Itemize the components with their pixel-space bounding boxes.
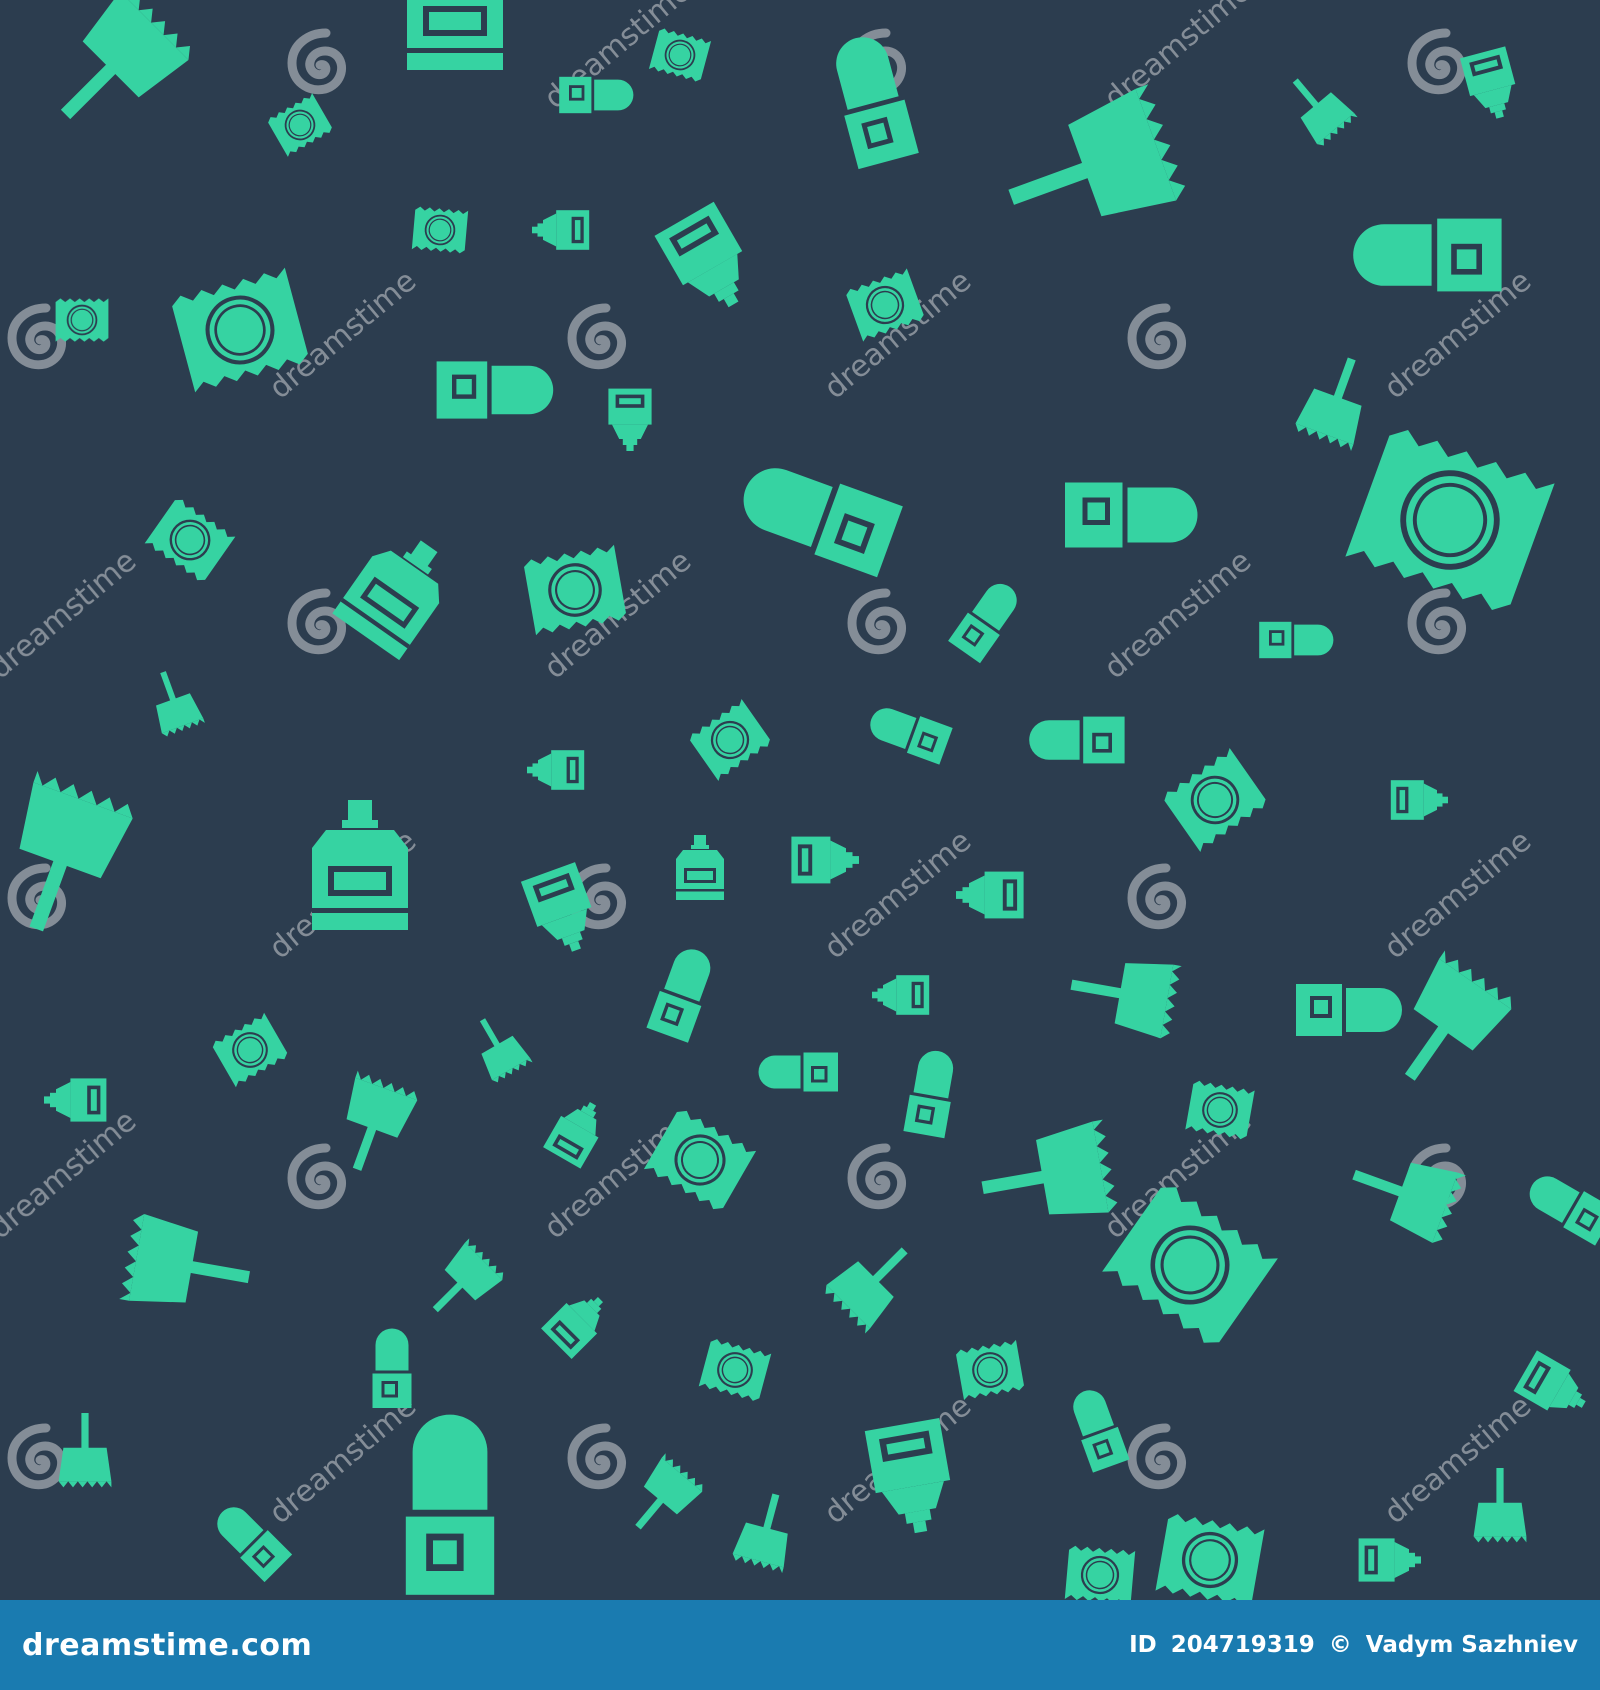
hair-dye-brush-icon xyxy=(1293,348,1381,452)
ointment-tube-icon xyxy=(543,1093,612,1169)
hair-dye-brush-icon xyxy=(463,1008,533,1085)
ointment-tube-icon xyxy=(1390,780,1448,820)
condom-packet-icon xyxy=(209,1011,291,1089)
watermark-spiral-logo xyxy=(1132,308,1182,365)
stock-site-brand[interactable]: dreamstime.com xyxy=(22,1628,312,1663)
ointment-tube-icon xyxy=(44,1078,107,1122)
mouthwash-bottle-icon xyxy=(332,522,463,661)
roll-on-deodorant-icon xyxy=(903,1047,960,1139)
roll-on-deodorant-icon xyxy=(758,1052,838,1092)
condom-packet-icon xyxy=(1345,425,1554,616)
condom-packet-icon xyxy=(265,92,335,158)
stock-image: dreamstime dreamstime dreamstime dreamst… xyxy=(0,0,1600,1690)
ointment-tube-icon xyxy=(791,836,859,884)
roll-on-deodorant-icon xyxy=(732,453,903,578)
roll-on-deodorant-icon xyxy=(436,361,554,419)
roll-on-deodorant-icon xyxy=(372,1328,412,1408)
roll-on-deodorant-icon xyxy=(559,76,634,114)
ointment-tube-icon xyxy=(532,210,590,250)
roll-on-deodorant-icon xyxy=(646,942,719,1043)
ointment-tube-icon xyxy=(872,975,930,1015)
ointment-tube-icon xyxy=(608,388,652,451)
watermark-spiral-logo xyxy=(572,308,622,365)
image-credit: ID 204719319 © Vadym Sazhniev xyxy=(1123,1632,1578,1658)
mouthwash-bottle-icon xyxy=(407,0,503,70)
hair-dye-brush-icon xyxy=(416,1238,507,1329)
ointment-tube-icon xyxy=(541,1284,616,1359)
roll-on-deodorant-icon xyxy=(825,30,919,170)
roll-on-deodorant-icon xyxy=(948,575,1026,664)
mouthwash-bottle-icon xyxy=(312,800,408,930)
watermark-text: dreamstime xyxy=(263,1388,424,1531)
roll-on-deodorant-icon xyxy=(1065,1384,1130,1473)
condom-packet-icon xyxy=(1153,1510,1267,1600)
watermark-text: dreamstime xyxy=(818,823,979,966)
hair-dye-brush-icon xyxy=(326,1070,420,1181)
hair-dye-brush-icon xyxy=(1064,947,1182,1040)
hair-dye-brush-icon xyxy=(1341,1139,1466,1246)
condom-packet-icon xyxy=(648,26,712,84)
watermark-spiral-logo xyxy=(12,1428,62,1485)
stock-footer-bar: dreamstime.com ID 204719319 © Vadym Sazh… xyxy=(0,1600,1600,1690)
hair-dye-brush-icon xyxy=(142,664,205,738)
condom-packet-icon xyxy=(143,495,237,585)
roll-on-deodorant-icon xyxy=(1259,621,1334,659)
seamless-pattern: dreamstime dreamstime dreamstime dreamst… xyxy=(0,0,1600,1600)
watermark-text: dreamstime xyxy=(1098,543,1259,686)
hair-dye-brush-icon xyxy=(617,1453,707,1545)
ointment-tube-icon xyxy=(1358,1538,1421,1582)
roll-on-deodorant-icon xyxy=(864,700,953,765)
condom-packet-icon xyxy=(697,1336,773,1404)
watermark-spiral-logo xyxy=(1412,33,1462,90)
condom-packet-icon xyxy=(54,297,110,343)
watermark-spiral-logo xyxy=(852,593,902,650)
hair-dye-brush-icon xyxy=(119,1212,257,1321)
watermark-spiral-logo xyxy=(292,1148,342,1205)
ointment-tube-icon xyxy=(1459,46,1523,124)
mouthwash-bottle-icon xyxy=(676,835,724,900)
image-id-label: ID xyxy=(1129,1632,1157,1658)
roll-on-deodorant-icon xyxy=(1065,482,1198,548)
ointment-tube-icon xyxy=(527,750,585,790)
watermark-spiral-logo xyxy=(1132,1428,1182,1485)
hair-dye-brush-icon xyxy=(1473,1468,1527,1543)
roll-on-deodorant-icon xyxy=(405,1414,495,1595)
watermark-spiral-logo xyxy=(12,308,62,365)
watermark-layer: dreamstime dreamstime dreamstime dreamst… xyxy=(0,0,1538,1531)
ointment-tube-icon xyxy=(654,201,764,322)
watermark-spiral-logo xyxy=(852,1148,902,1205)
roll-on-deodorant-icon xyxy=(1296,984,1402,1036)
watermark-text: dreamstime xyxy=(0,543,143,686)
condom-packet-icon xyxy=(1184,1078,1256,1142)
condom-packet-icon xyxy=(1159,746,1271,854)
watermark-spiral-logo xyxy=(572,1428,622,1485)
hair-dye-brush-icon xyxy=(974,1119,1119,1234)
roll-on-deodorant-icon xyxy=(1029,716,1125,764)
hair-dye-brush-icon xyxy=(990,84,1189,254)
watermark-spiral-logo xyxy=(1412,593,1462,650)
roll-on-deodorant-icon xyxy=(1521,1167,1600,1246)
watermark-spiral-logo xyxy=(1132,868,1182,925)
condom-packet-icon xyxy=(954,1338,1026,1402)
watermark-spiral-logo xyxy=(292,33,342,90)
hair-dye-brush-icon xyxy=(821,1228,927,1334)
condom-packet-icon xyxy=(410,205,470,255)
copyright-symbol: © xyxy=(1328,1632,1352,1658)
roll-on-deodorant-icon xyxy=(1353,218,1502,292)
watermark-text: dreamstime xyxy=(0,1103,143,1246)
image-id-value: 204719319 xyxy=(1170,1632,1315,1658)
watermark-spiral-logo xyxy=(292,593,342,650)
hair-dye-brush-icon xyxy=(31,0,197,149)
ointment-tube-icon xyxy=(956,871,1024,919)
author-name[interactable]: Vadym Sazhniev xyxy=(1366,1632,1578,1658)
hair-dye-brush-icon xyxy=(58,1413,112,1488)
watermark-text: dreamstime xyxy=(1378,823,1539,966)
hair-dye-brush-icon xyxy=(731,1487,802,1574)
condom-packet-icon xyxy=(686,697,774,783)
hair-dye-brush-icon xyxy=(1276,64,1358,149)
condom-packet-icon xyxy=(1063,1544,1137,1600)
hair-dye-brush-icon xyxy=(1373,950,1518,1103)
